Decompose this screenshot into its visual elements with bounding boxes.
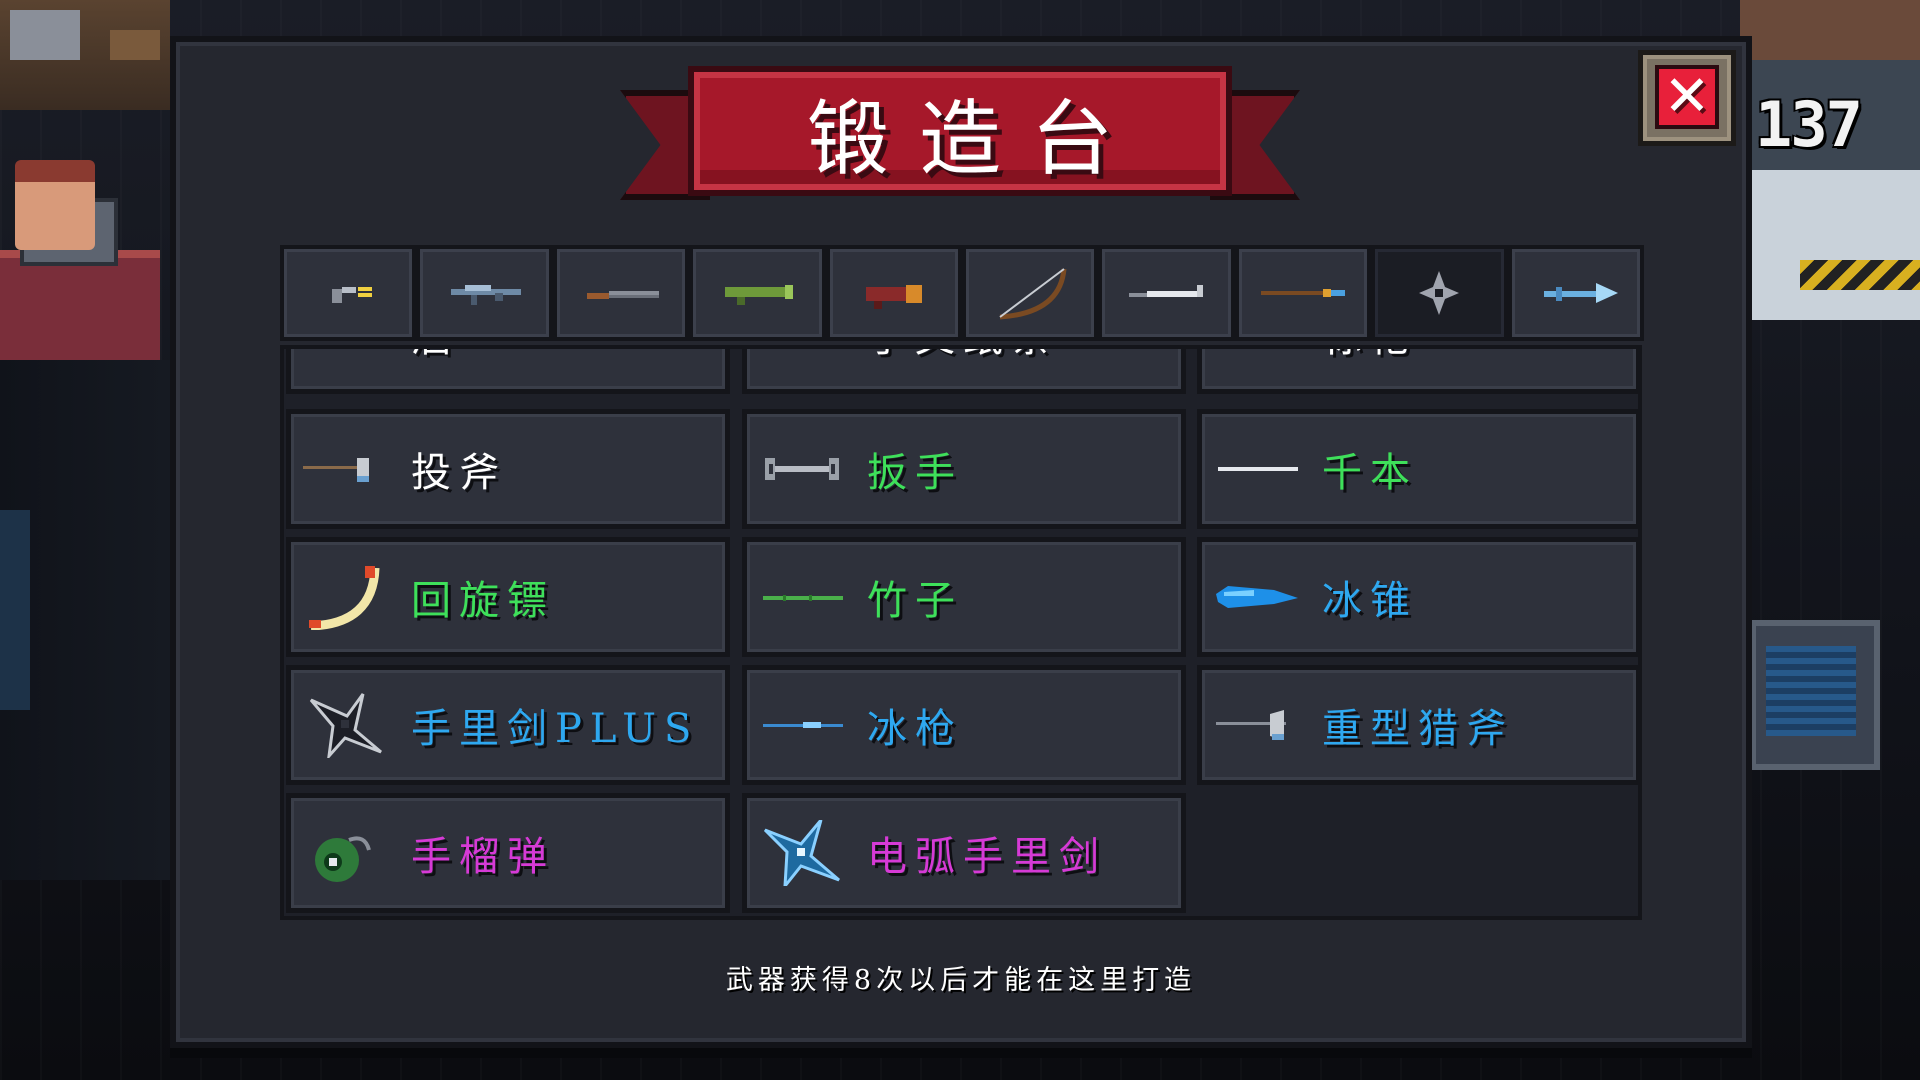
paper-icon bbox=[759, 345, 845, 367]
item-name: 投斧 bbox=[411, 450, 507, 496]
launcher-icon bbox=[725, 285, 794, 305]
staff-icon bbox=[1543, 283, 1618, 303]
background-desk bbox=[0, 198, 160, 360]
shuriken-icon bbox=[1419, 271, 1460, 315]
list-item[interactable]: 扳手 bbox=[742, 409, 1186, 529]
list-item[interactable]: 标枪 bbox=[1197, 345, 1638, 394]
weapon-list[interactable]: 酒 手叉纸条 标枪 投斧 扳手 千本 回旋镖 竹子 冰锥 手里剑PLUS 冰 bbox=[280, 345, 1642, 920]
item-name: 手榴弹 bbox=[411, 834, 555, 880]
list-item[interactable]: 手里剑PLUS bbox=[286, 665, 730, 785]
close-button[interactable]: ✕ bbox=[1638, 50, 1736, 146]
list-item[interactable]: 回旋镖 bbox=[286, 537, 730, 657]
shotgun-icon bbox=[586, 291, 659, 299]
ice-cone-icon bbox=[1216, 586, 1298, 608]
arc-shuriken-icon bbox=[763, 820, 840, 886]
list-item[interactable]: 酒 bbox=[286, 345, 730, 394]
item-name: 电弧手里剑 bbox=[867, 834, 1107, 880]
throwing-axe-icon bbox=[303, 458, 369, 482]
rifle-icon bbox=[450, 285, 521, 305]
item-name: 手叉纸条 bbox=[867, 349, 1059, 389]
pistol-icon bbox=[332, 287, 373, 303]
item-name: 酒 bbox=[411, 349, 459, 389]
list-item[interactable]: 手榴弹 bbox=[286, 793, 730, 913]
item-name: 手里剑PLUS bbox=[411, 706, 700, 752]
item-name: 冰枪 bbox=[867, 706, 963, 752]
tab-throwing[interactable] bbox=[1371, 245, 1508, 341]
heavy-axe-icon bbox=[1216, 710, 1286, 740]
list-item[interactable]: 冰枪 bbox=[742, 665, 1186, 785]
tab-launcher[interactable] bbox=[689, 245, 826, 341]
blade-icon bbox=[1128, 285, 1203, 297]
tab-bow[interactable] bbox=[961, 245, 1099, 341]
boomerang-icon bbox=[309, 566, 380, 630]
javelin-icon bbox=[1214, 345, 1300, 367]
wrench-icon bbox=[765, 458, 839, 480]
list-item[interactable]: 重型猎斧 bbox=[1197, 665, 1638, 785]
close-icon: ✕ bbox=[1655, 65, 1719, 129]
item-name: 标枪 bbox=[1322, 349, 1418, 389]
item-name: 竹子 bbox=[867, 578, 963, 624]
list-item[interactable]: 电弧手里剑 bbox=[742, 793, 1186, 913]
bottle-icon bbox=[303, 345, 389, 367]
page-title: 锻造台 bbox=[806, 91, 1143, 187]
item-name: 回旋镖 bbox=[411, 578, 555, 624]
cannon-icon bbox=[865, 285, 922, 309]
tab-shotgun[interactable] bbox=[552, 245, 690, 341]
list-item[interactable]: 手叉纸条 bbox=[742, 345, 1186, 394]
tab-blade[interactable] bbox=[1098, 245, 1235, 341]
gem-counter: 137 bbox=[1755, 88, 1863, 161]
tab-rifle[interactable] bbox=[416, 245, 553, 341]
tab-pistol[interactable] bbox=[280, 245, 417, 341]
ice-spear-icon bbox=[763, 722, 843, 728]
weapon-category-tabs bbox=[280, 245, 1644, 341]
tab-spear[interactable] bbox=[1234, 245, 1372, 341]
bamboo-icon bbox=[763, 595, 843, 601]
bow-icon bbox=[999, 268, 1067, 320]
background-shelf bbox=[0, 0, 170, 110]
tab-staff[interactable] bbox=[1507, 245, 1644, 341]
item-name: 重型猎斧 bbox=[1322, 706, 1514, 752]
list-item[interactable]: 竹子 bbox=[742, 537, 1186, 657]
tab-cannon[interactable] bbox=[825, 245, 962, 341]
list-item[interactable]: 千本 bbox=[1197, 409, 1638, 529]
background-npc bbox=[15, 160, 95, 250]
banner-plate: 锻造台 bbox=[688, 66, 1232, 196]
background-wall bbox=[0, 360, 170, 880]
item-name: 扳手 bbox=[867, 450, 963, 496]
grenade-icon bbox=[315, 836, 371, 882]
background-machine bbox=[1750, 620, 1880, 770]
forge-hint-text: 武器获得8次以后才能在这里打造 bbox=[725, 965, 1197, 996]
item-name: 冰锥 bbox=[1322, 578, 1418, 624]
title-banner: 锻造台 bbox=[620, 66, 1300, 216]
list-item[interactable]: 冰锥 bbox=[1197, 537, 1638, 657]
list-item[interactable]: 投斧 bbox=[286, 409, 730, 529]
shuriken-plus-icon bbox=[309, 693, 382, 758]
spear-icon bbox=[1260, 289, 1345, 297]
senbon-icon bbox=[1218, 467, 1298, 471]
item-name: 千本 bbox=[1322, 450, 1418, 496]
